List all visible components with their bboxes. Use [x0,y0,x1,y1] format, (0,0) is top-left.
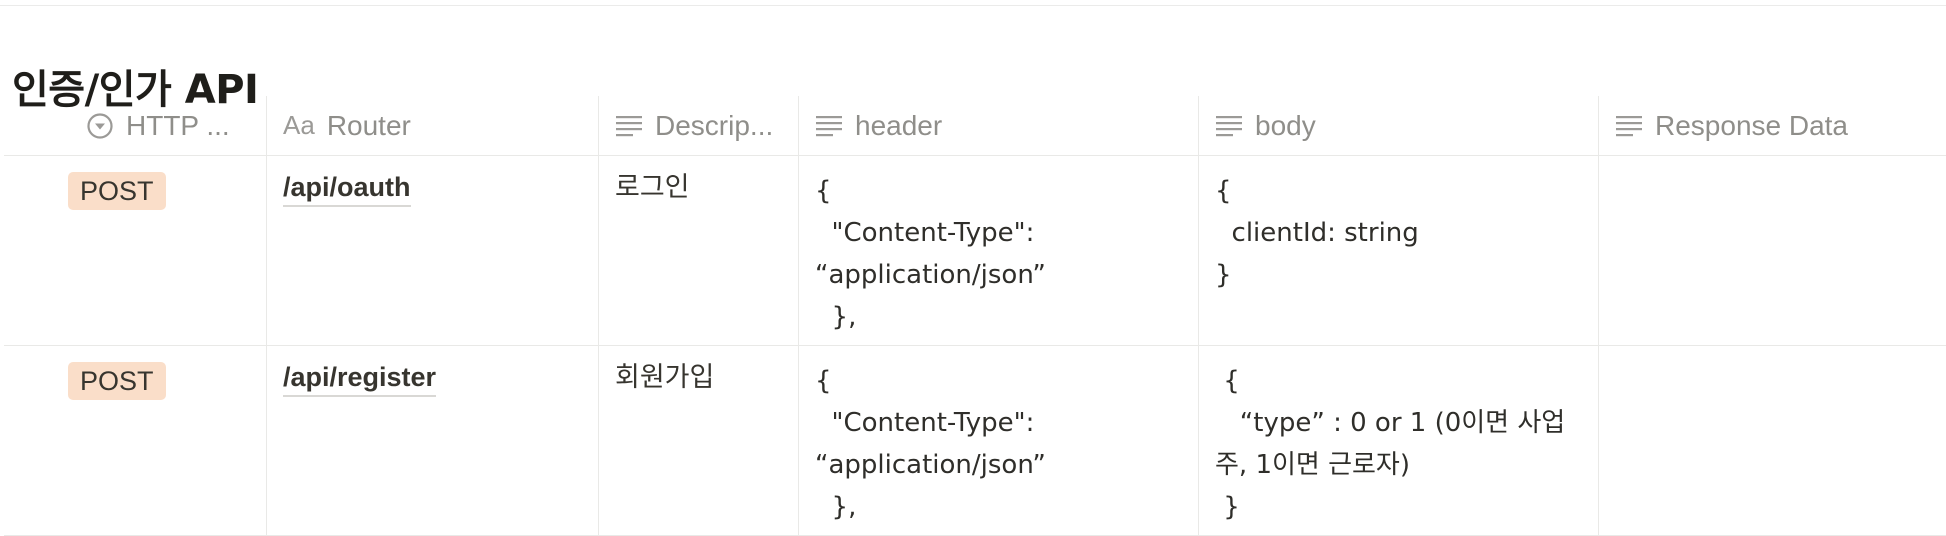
column-header-label: HTTP ... [126,109,230,141]
column-header-header[interactable]: header [799,96,1199,155]
description-cell[interactable]: 로그인 [599,156,799,345]
router-link[interactable]: /api/oauth [283,170,411,207]
description-cell[interactable]: 회원가입 [599,346,799,535]
column-header-label: Descrip... [655,109,774,141]
header-cell[interactable]: { "Content-Type": “application/json” }, [799,156,1199,345]
column-header-label: Response Data [1655,109,1849,141]
response-cell[interactable] [1599,346,1946,535]
table-row: POST /api/register 회원가입 { "Content-Type"… [4,346,1946,536]
select-icon [86,112,114,140]
method-badge: POST [68,172,166,210]
body-text: { “type” : 0 or 1 (0이면 사업주, 1이면 근로자) } [1215,366,1566,522]
column-header-label: Router [326,109,411,141]
header-cell[interactable]: { "Content-Type": “application/json” }, [799,346,1199,535]
column-header-router[interactable]: Aa Router [267,96,599,155]
header-text: { "Content-Type": “application/json” }, [815,366,1046,522]
header-text: { "Content-Type": “application/json” }, [815,176,1046,332]
method-badge: POST [68,362,166,400]
body-cell[interactable]: { “type” : 0 or 1 (0이면 사업주, 1이면 근로자) } [1199,346,1599,535]
table-header-row: HTTP ... Aa Router Descrip... header bod… [4,96,1946,156]
method-cell[interactable]: POST [4,156,267,345]
column-header-description[interactable]: Descrip... [599,96,799,155]
table-row: POST /api/oauth 로그인 { "Content-Type": “a… [4,156,1946,346]
text-lines-icon [1215,114,1243,138]
description-text: 회원가입 [615,362,715,393]
response-cell[interactable] [1599,156,1946,345]
router-link[interactable]: /api/register [283,360,437,397]
router-cell[interactable]: /api/register [267,346,599,535]
column-header-label: body [1255,109,1316,141]
text-lines-icon [615,114,643,138]
text-lines-icon [1615,114,1643,138]
router-cell[interactable]: /api/oauth [267,156,599,345]
column-header-http-method[interactable]: HTTP ... [4,96,267,155]
column-header-response-data[interactable]: Response Data [1599,96,1946,155]
body-text: { clientId: string } [1215,176,1419,290]
top-divider [0,5,1946,6]
description-text: 로그인 [615,172,690,203]
body-cell[interactable]: { clientId: string } [1199,156,1599,345]
method-cell[interactable]: POST [4,346,267,535]
title-icon: Aa [283,110,315,140]
text-lines-icon [815,114,843,138]
column-header-label: header [855,109,943,141]
database-table: HTTP ... Aa Router Descrip... header bod… [4,96,1946,536]
column-header-body[interactable]: body [1199,96,1599,155]
